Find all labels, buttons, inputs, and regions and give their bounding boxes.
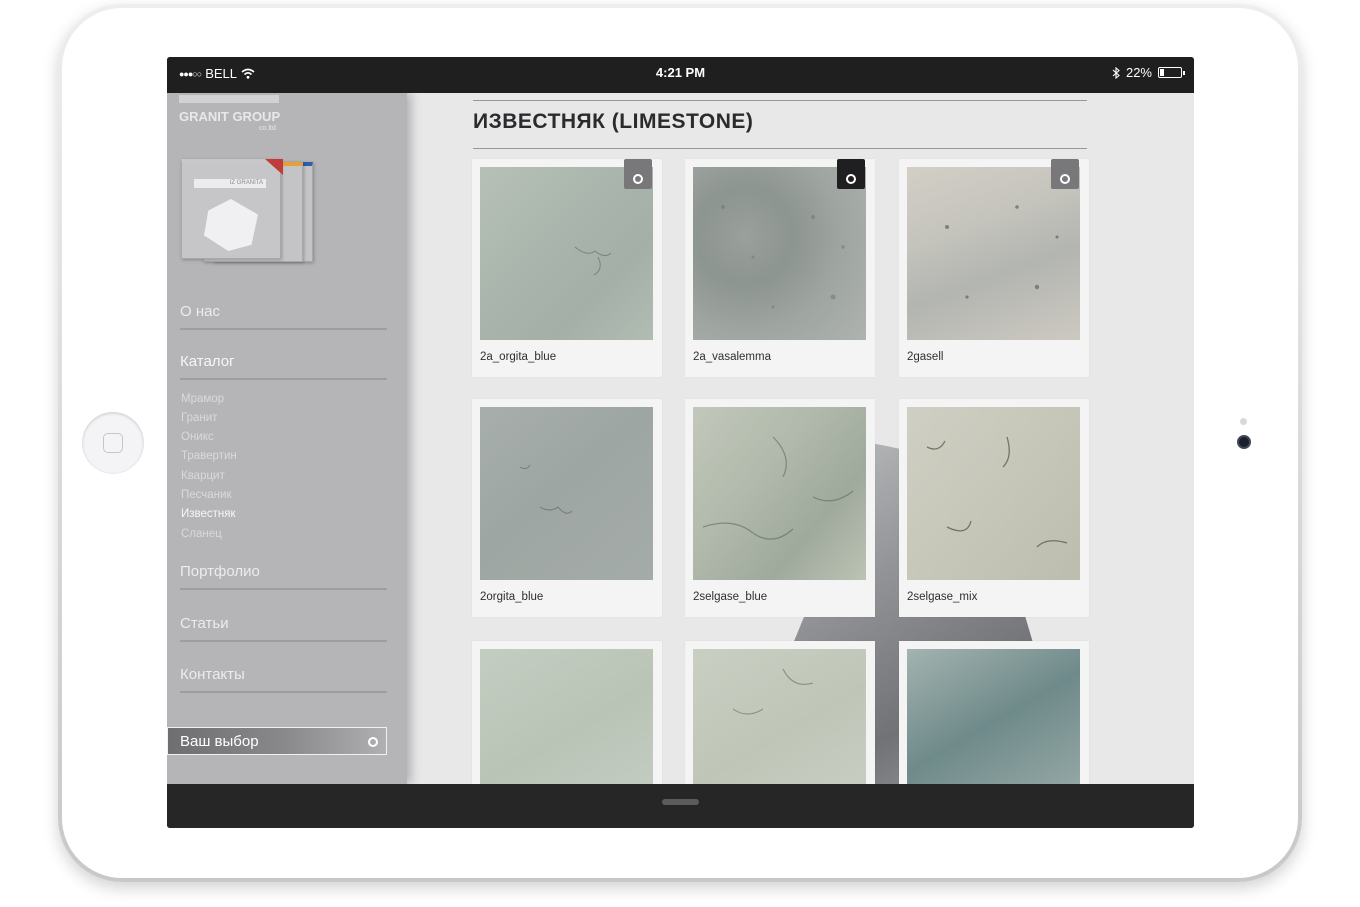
stone-veins [574,246,612,276]
stone-swatch-image [480,167,653,340]
product-card[interactable]: 2selgase_mix [899,399,1089,617]
product-name: 2a_orgita_blue [480,351,557,363]
logo-name[interactable]: GRANIT GROUP [179,109,280,124]
logo-mark [179,95,279,103]
battery-icon [1158,67,1185,78]
product-name: 2gasell [907,351,944,363]
front-camera [1237,435,1251,449]
logo-suffix: co.ltd [259,125,276,132]
battery-percent: 22% [1125,65,1152,80]
nav-catalog[interactable]: Каталог [180,353,387,380]
nav-sub-marble[interactable]: Мрамор [181,393,224,405]
product-name: 2selgase_mix [907,591,978,603]
stone-swatch-image [693,407,866,580]
product-name: 2a_vasalemma [693,351,771,363]
nav-sub-slate[interactable]: Сланец [181,528,222,540]
product-card[interactable]: 2selgase_blue [685,399,875,617]
home-button[interactable] [82,412,144,474]
stone-swatch-image [480,649,653,784]
stone-pores [945,205,1059,299]
app-area: GRANIT GROUP co.ltd IZ GRANITA О нас Кат… [167,93,1194,784]
stone-speckles [721,205,845,309]
status-right: 22% [1112,65,1185,80]
nav-sub-quartzite[interactable]: Кварцит [181,470,225,482]
sidebar: GRANIT GROUP co.ltd IZ GRANITA О нас Кат… [167,93,407,784]
stone-swatch-image [693,649,866,784]
nav-portfolio[interactable]: Портфолио [180,563,387,590]
nav-sub-granite[interactable]: Гранит [181,412,217,424]
product-card[interactable]: 2gasell [899,159,1089,377]
product-card[interactable]: 2orgita_blue [472,399,662,617]
pull-handle[interactable] [662,799,699,805]
product-card[interactable]: 2a_orgita_blue [472,159,662,377]
nav-sub-travertine[interactable]: Травертин [181,450,237,462]
product-card[interactable]: 2a_vasalemma [685,159,875,377]
nav-sub-limestone[interactable]: Известняк [181,508,236,520]
catalog-book-image[interactable]: IZ GRANITA [181,159,313,263]
title-bottom-rule [473,148,1087,149]
nav-sub-sandstone[interactable]: Песчаник [181,489,231,501]
book-band-text: IZ GRANITA [194,179,266,188]
product-name: 2selgase_blue [693,591,768,603]
light-sensor [1240,418,1247,425]
status-bar: ●●●○○ BELL 4:21 PM 22% [167,57,1194,93]
product-card[interactable] [685,641,875,784]
your-choice-button[interactable]: Ваш выбор [167,727,387,755]
book-cover: IZ GRANITA [181,159,281,259]
product-card[interactable] [472,641,662,784]
status-time: 4:21 PM [655,65,706,80]
main-content: ИЗВЕСТНЯК (LIMESTONE) 2a_orgita_blue 2a_… [472,93,1089,784]
choice-circle-icon [368,737,378,747]
bluetooth-icon [1112,66,1120,79]
home-square-icon [103,433,123,453]
page-title: ИЗВЕСТНЯК (LIMESTONE) [473,110,754,133]
stone-swatch-image [907,649,1080,784]
nav-about[interactable]: О нас [180,303,387,330]
stone-swatch-image [693,167,866,340]
stone-swatch-image [480,407,653,580]
stone-veins [702,436,854,540]
battery-fill [1160,69,1164,76]
select-circle-icon[interactable] [624,159,652,189]
nav-articles[interactable]: Статьи [180,615,387,642]
product-card[interactable] [899,641,1089,784]
stone-veins [926,436,1068,548]
product-name: 2orgita_blue [480,591,544,603]
bottom-bar [167,784,1194,828]
stone-veins [732,668,814,715]
select-circle-icon[interactable] [837,159,865,189]
ipad-screen: ●●●○○ BELL 4:21 PM 22% GRANIT GROUP co.l… [167,57,1194,828]
stone-swatch-image [907,407,1080,580]
stone-veins [519,464,573,514]
stone-swatch-image [907,167,1080,340]
nav-contacts[interactable]: Контакты [180,666,387,693]
title-top-rule [473,100,1087,101]
select-circle-icon[interactable] [1051,159,1079,189]
your-choice-label: Ваш выбор [180,733,259,750]
book-emblem-icon [204,199,258,251]
nav-sub-onyx[interactable]: Оникс [181,431,214,443]
